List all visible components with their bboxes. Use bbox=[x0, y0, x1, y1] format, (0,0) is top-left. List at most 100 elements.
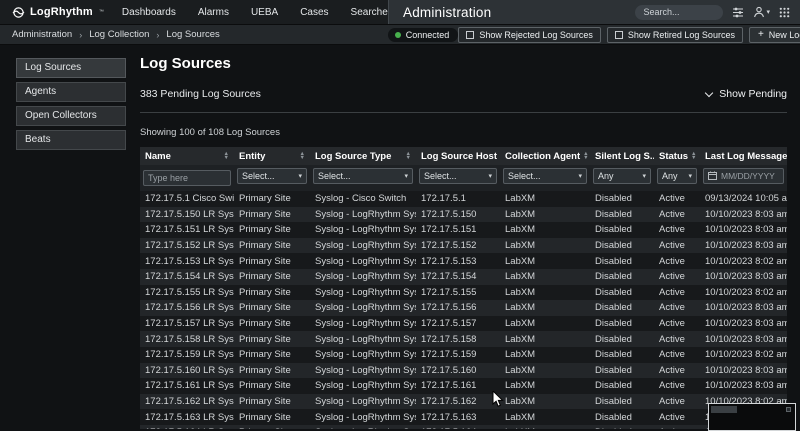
table-cell: LabXM bbox=[500, 224, 590, 235]
table-row[interactable]: 172.17.5.160 LR Sysl...Primary SiteSyslo… bbox=[140, 363, 787, 379]
table-cell: LabXM bbox=[500, 396, 590, 407]
column-header-last-log-message[interactable]: Last Log Message▲▼ bbox=[700, 147, 787, 165]
filter-dropdown-value: Any bbox=[662, 171, 678, 181]
filter-cell: Select...▾ bbox=[234, 168, 310, 186]
column-header-silent-log-s-[interactable]: Silent Log S...▲▼ bbox=[590, 147, 654, 165]
sidebar-item-log-sources[interactable]: Log Sources bbox=[16, 58, 126, 78]
table-cell: 172.17.5.156 LR Sysl... bbox=[140, 302, 234, 313]
column-header-collection-agent[interactable]: Collection Agent▲▼ bbox=[500, 147, 590, 165]
table-row[interactable]: 172.17.5.155 LR Sysl...Primary SiteSyslo… bbox=[140, 285, 787, 301]
table-cell: 10/10/2023 8:03 am bbox=[700, 224, 787, 235]
table-row[interactable]: 172.17.5.157 LR Sysl...Primary SiteSyslo… bbox=[140, 316, 787, 332]
sidebar-item-beats[interactable]: Beats bbox=[16, 130, 126, 150]
subbar-actions: Show Rejected Log Sources Show Retired L… bbox=[458, 27, 800, 43]
main-content: Log Sources 383 Pending Log Sources Show… bbox=[140, 45, 787, 429]
table-cell: 172.17.5.153 LR Sysl... bbox=[140, 256, 234, 267]
filter-dropdown[interactable]: Select...▾ bbox=[313, 168, 413, 184]
show-rejected-checkbox[interactable]: Show Rejected Log Sources bbox=[458, 27, 601, 43]
table-body: 172.17.5.1 Cisco Switc...Primary SiteSys… bbox=[140, 191, 787, 429]
table-cell: 10/10/2023 8:03 am bbox=[700, 318, 787, 329]
table-row[interactable]: 172.17.5.150 LR Sysl...Primary SiteSyslo… bbox=[140, 207, 787, 223]
logrhythm-logo[interactable]: LogRhythm ™ bbox=[12, 6, 104, 19]
table-cell: Disabled bbox=[590, 396, 654, 407]
nav-item-cases[interactable]: Cases bbox=[300, 7, 328, 18]
nav-item-alarms[interactable]: Alarms bbox=[198, 7, 229, 18]
nav-item-searches[interactable]: Searches bbox=[351, 7, 393, 18]
filter-dropdown[interactable]: Select...▾ bbox=[419, 168, 497, 184]
name-filter-input[interactable] bbox=[143, 170, 231, 186]
table-cell: 172.17.5.156 bbox=[416, 302, 500, 313]
table-cell: Primary Site bbox=[234, 302, 310, 313]
table-cell: Disabled bbox=[590, 349, 654, 360]
table-row[interactable]: 172.17.5.161 LR Sysl...Primary SiteSyslo… bbox=[140, 378, 787, 394]
nav-item-dashboards[interactable]: Dashboards bbox=[122, 7, 176, 18]
table-cell: Primary Site bbox=[234, 287, 310, 298]
table-cell: Primary Site bbox=[234, 396, 310, 407]
table-cell: Active bbox=[654, 365, 700, 376]
filter-dropdown[interactable]: Select...▾ bbox=[237, 168, 307, 184]
filter-dropdown[interactable]: Any▾ bbox=[657, 168, 697, 184]
table-row[interactable]: 172.17.5.164 LR Sysl...Primary SiteSyslo… bbox=[140, 425, 787, 429]
table-cell: 172.17.5.1 bbox=[416, 193, 500, 204]
table-cell: Active bbox=[654, 334, 700, 345]
table-row[interactable]: 172.17.5.163 LR Sysl...Primary SiteSyslo… bbox=[140, 409, 787, 425]
column-header-entity[interactable]: Entity▲▼ bbox=[234, 147, 310, 165]
logrhythm-swirl-icon bbox=[12, 6, 25, 19]
breadcrumb-item[interactable]: Log Collection bbox=[89, 29, 149, 40]
table-cell: Primary Site bbox=[234, 240, 310, 251]
show-rejected-label: Show Rejected Log Sources bbox=[479, 30, 593, 40]
table-row[interactable]: 172.17.5.156 LR Sysl...Primary SiteSyslo… bbox=[140, 300, 787, 316]
show-retired-checkbox[interactable]: Show Retired Log Sources bbox=[607, 27, 743, 43]
filter-dropdown[interactable]: Any▾ bbox=[593, 168, 651, 184]
breadcrumb: Administration›Log Collection›Log Source… bbox=[12, 29, 220, 40]
user-menu-icon[interactable]: ▾ bbox=[753, 6, 770, 18]
column-header-status[interactable]: Status▲▼ bbox=[654, 147, 700, 165]
table-row[interactable]: 172.17.5.152 LR Sysl...Primary SiteSyslo… bbox=[140, 238, 787, 254]
table-cell: 09/13/2024 10:05 am bbox=[700, 193, 787, 204]
breadcrumb-item[interactable]: Administration bbox=[12, 29, 72, 40]
filter-dropdown[interactable]: Select...▾ bbox=[503, 168, 587, 184]
table-cell: 172.17.5.152 LR Sysl... bbox=[140, 240, 234, 251]
column-header-log-source-host[interactable]: Log Source Host▲▼ bbox=[416, 147, 500, 165]
table-cell: 10/10/2023 8:03 am bbox=[700, 334, 787, 345]
table-cell: Active bbox=[654, 349, 700, 360]
table-cell: LabXM bbox=[500, 193, 590, 204]
table-cell: Syslog - LogRhythm Syslog Ge... bbox=[310, 240, 416, 251]
table-cell: Disabled bbox=[590, 302, 654, 313]
pending-section: 383 Pending Log Sources Show Pending bbox=[140, 88, 787, 113]
date-filter-input[interactable]: MM/DD/YYYY bbox=[703, 168, 784, 184]
apps-grid-icon[interactable] bbox=[779, 7, 790, 18]
table-row[interactable]: 172.17.5.158 LR Sysl...Primary SiteSyslo… bbox=[140, 331, 787, 347]
date-filter-placeholder: MM/DD/YYYY bbox=[721, 171, 775, 181]
table-cell: LabXM bbox=[500, 209, 590, 220]
table-row[interactable]: 172.17.5.151 LR Sysl...Primary SiteSyslo… bbox=[140, 222, 787, 238]
table-cell: Active bbox=[654, 271, 700, 282]
breadcrumb-item[interactable]: Log Sources bbox=[166, 29, 219, 40]
table-cell: LabXM bbox=[500, 365, 590, 376]
table-cell: Active bbox=[654, 193, 700, 204]
table-row[interactable]: 172.17.5.162 LR Sysl...Primary SiteSyslo… bbox=[140, 394, 787, 410]
column-header-name[interactable]: Name▲▼ bbox=[140, 147, 234, 165]
table-cell: 172.17.5.154 bbox=[416, 271, 500, 282]
table-row[interactable]: 172.17.5.154 LR Sysl...Primary SiteSyslo… bbox=[140, 269, 787, 285]
topnav-tools: ▾ bbox=[635, 5, 790, 20]
sidebar-item-agents[interactable]: Agents bbox=[16, 82, 126, 102]
table-cell: Primary Site bbox=[234, 256, 310, 267]
table-row[interactable]: 172.17.5.153 LR Sysl...Primary SiteSyslo… bbox=[140, 253, 787, 269]
table-row[interactable]: 172.17.5.159 LR Sysl...Primary SiteSyslo… bbox=[140, 347, 787, 363]
show-pending-label: Show Pending bbox=[719, 88, 787, 100]
sliders-icon[interactable] bbox=[732, 6, 744, 18]
nav-item-ueba[interactable]: UEBA bbox=[251, 7, 278, 18]
column-header-log-source-type[interactable]: Log Source Type▲▼ bbox=[310, 147, 416, 165]
active-section-title: Administration bbox=[403, 5, 491, 20]
table-row[interactable]: 172.17.5.1 Cisco Switc...Primary SiteSys… bbox=[140, 191, 787, 207]
show-pending-toggle[interactable]: Show Pending bbox=[706, 88, 787, 100]
sidebar-item-open-collectors[interactable]: Open Collectors bbox=[16, 106, 126, 126]
new-log-source-button[interactable]: + New Log Source bbox=[749, 27, 800, 43]
global-search-input[interactable] bbox=[635, 5, 723, 20]
table-cell: Disabled bbox=[590, 193, 654, 204]
table-cell: LabXM bbox=[500, 271, 590, 282]
table-cell: 172.17.5.158 LR Sysl... bbox=[140, 334, 234, 345]
filter-dropdown-value: Select... bbox=[242, 171, 275, 181]
table-cell: 172.17.5.163 bbox=[416, 412, 500, 423]
